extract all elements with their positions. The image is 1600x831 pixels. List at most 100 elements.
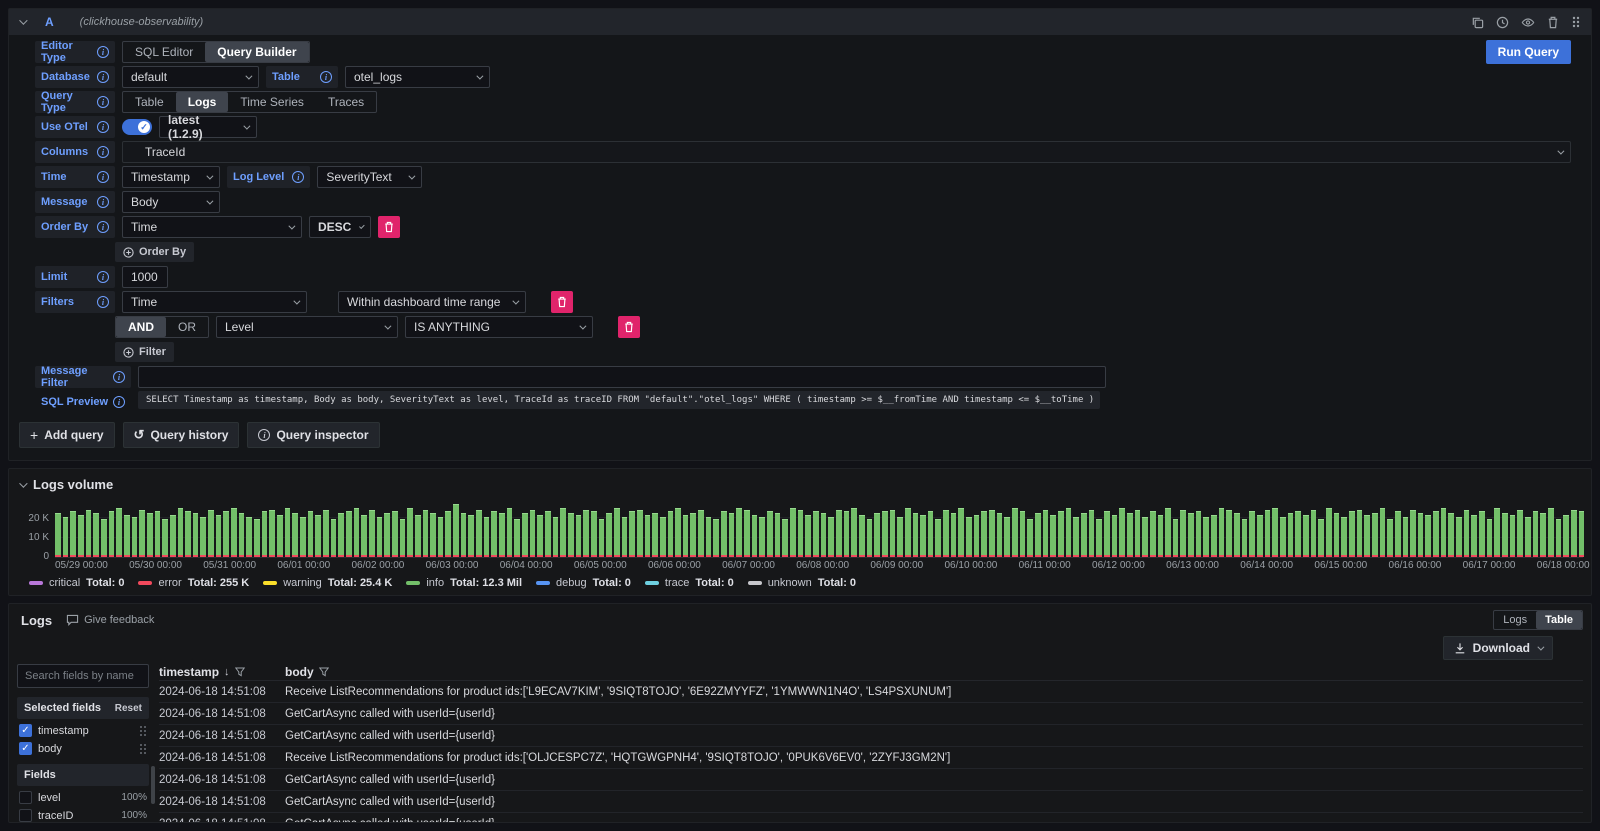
- table-row[interactable]: 2024-06-18 14:51:08Receive ListRecommend…: [159, 681, 1583, 703]
- info-icon[interactable]: i: [97, 71, 109, 83]
- volume-bar: [981, 511, 987, 557]
- download-button[interactable]: Download: [1443, 636, 1553, 660]
- table-row[interactable]: 2024-06-18 14:51:08GetCartAsync called w…: [159, 813, 1583, 822]
- remove-order-by-button[interactable]: [378, 216, 400, 238]
- duplicate-query-icon[interactable]: [1471, 16, 1484, 29]
- database-select[interactable]: default: [122, 66, 259, 88]
- query-history-button[interactable]: ↺ Query history: [123, 422, 240, 448]
- body-column-header[interactable]: body: [285, 665, 314, 679]
- add-order-by-button[interactable]: Order By: [115, 242, 194, 262]
- order-by-direction-select[interactable]: DESC: [309, 216, 371, 238]
- remove-query-trash-icon[interactable]: [1547, 16, 1559, 29]
- filter-operator-select[interactable]: Within dashboard time range: [338, 291, 526, 313]
- legend-item-unknown[interactable]: unknownTotal: 0: [748, 577, 856, 589]
- legend-item-debug[interactable]: debugTotal: 0: [536, 577, 631, 589]
- view-logs-option[interactable]: Logs: [1494, 611, 1536, 629]
- legend-swatch-icon: [748, 581, 762, 585]
- otel-version-select[interactable]: latest (1.2.9): [159, 116, 257, 138]
- sort-desc-icon[interactable]: ↓: [224, 666, 230, 678]
- log-level-column-select[interactable]: SeverityText: [317, 166, 422, 188]
- view-table-option[interactable]: Table: [1536, 611, 1582, 629]
- info-icon[interactable]: i: [97, 196, 109, 208]
- message-filter-input[interactable]: [138, 366, 1106, 388]
- drag-handle-icon[interactable]: [1571, 15, 1581, 29]
- info-icon[interactable]: i: [97, 271, 109, 283]
- query-inspector-button[interactable]: i Query inspector: [247, 422, 379, 448]
- table-select[interactable]: otel_logs: [345, 66, 490, 88]
- info-icon[interactable]: i: [97, 221, 109, 233]
- columns-multiselect[interactable]: TraceId: [122, 141, 1571, 163]
- legend-item-critical[interactable]: criticalTotal: 0: [29, 577, 124, 589]
- volume-bar: [1441, 508, 1447, 557]
- info-icon[interactable]: i: [113, 371, 125, 383]
- info-icon[interactable]: i: [97, 296, 109, 308]
- volume-bar: [935, 519, 941, 557]
- drag-grip-icon[interactable]: [139, 725, 147, 737]
- legend-item-info[interactable]: infoTotal: 12.3 Mil: [406, 577, 522, 589]
- query-type-logs[interactable]: Logs: [176, 92, 229, 112]
- volume-bar: [484, 517, 490, 557]
- reset-fields-button[interactable]: Reset: [115, 703, 142, 714]
- editor-type-sql-editor[interactable]: SQL Editor: [123, 42, 205, 62]
- table-row[interactable]: 2024-06-18 14:51:08GetCartAsync called w…: [159, 725, 1583, 747]
- legend-item-warning[interactable]: warningTotal: 25.4 K: [263, 577, 392, 589]
- table-row[interactable]: 2024-06-18 14:51:08GetCartAsync called w…: [159, 703, 1583, 725]
- query-type-traces[interactable]: Traces: [316, 92, 376, 112]
- filter-and-option[interactable]: AND: [116, 317, 166, 337]
- use-otel-toggle[interactable]: ✓: [122, 119, 152, 135]
- filter-field-select[interactable]: Time: [122, 291, 307, 313]
- filter-funnel-icon[interactable]: [319, 667, 329, 677]
- info-icon[interactable]: i: [97, 46, 109, 58]
- query-ref-id[interactable]: A: [45, 15, 54, 29]
- query-type-time-series[interactable]: Time Series: [228, 92, 316, 112]
- table-row[interactable]: 2024-06-18 14:51:08Receive ListRecommend…: [159, 747, 1583, 769]
- limit-input[interactable]: [122, 266, 168, 288]
- info-icon[interactable]: i: [97, 96, 109, 108]
- volume-bar: [713, 519, 719, 557]
- add-query-button[interactable]: + Add query: [19, 422, 115, 448]
- info-icon[interactable]: i: [292, 171, 304, 183]
- checkbox-unchecked[interactable]: [19, 809, 32, 822]
- volume-bar: [1303, 515, 1309, 557]
- checkbox-checked[interactable]: ✓: [19, 724, 32, 737]
- filter-funnel-icon[interactable]: [235, 667, 245, 677]
- legend-item-error[interactable]: errorTotal: 255 K: [138, 577, 249, 589]
- volume-bar: [338, 513, 344, 557]
- add-filter-button[interactable]: Filter: [115, 342, 174, 362]
- filter2-operator-select[interactable]: IS ANYTHING: [405, 316, 593, 338]
- chevron-down-icon: [288, 222, 295, 229]
- table-row[interactable]: 2024-06-18 14:51:08GetCartAsync called w…: [159, 769, 1583, 791]
- hide-response-eye-icon[interactable]: [1521, 16, 1535, 29]
- info-icon[interactable]: i: [113, 396, 125, 408]
- filter2-field-select[interactable]: Level: [216, 316, 398, 338]
- remove-filter-button[interactable]: [551, 291, 573, 313]
- logs-volume-title: Logs volume: [33, 477, 113, 492]
- sidebar-scrollbar[interactable]: [151, 766, 155, 804]
- order-by-field-select[interactable]: Time: [122, 216, 302, 238]
- legend-label: trace: [665, 577, 689, 589]
- query-history-icon[interactable]: [1496, 16, 1509, 29]
- info-icon[interactable]: i: [320, 71, 332, 83]
- checkbox-checked[interactable]: ✓: [19, 742, 32, 755]
- drag-grip-icon[interactable]: [139, 743, 147, 755]
- collapse-chevron-icon[interactable]: [19, 16, 27, 24]
- give-feedback-link[interactable]: Give feedback: [66, 614, 154, 626]
- info-icon[interactable]: i: [97, 121, 109, 133]
- remove-filter2-button[interactable]: [618, 316, 640, 338]
- filter-or-option[interactable]: OR: [166, 317, 208, 337]
- legend-item-trace[interactable]: traceTotal: 0: [645, 577, 734, 589]
- query-type-table[interactable]: Table: [123, 92, 176, 112]
- table-row[interactable]: 2024-06-18 14:51:08GetCartAsync called w…: [159, 791, 1583, 813]
- info-icon[interactable]: i: [97, 171, 109, 183]
- logs-volume-header[interactable]: Logs volume: [17, 475, 1583, 498]
- search-fields-input[interactable]: [17, 664, 149, 688]
- collapse-chevron-icon: [19, 479, 27, 487]
- run-query-button[interactable]: Run Query: [1486, 40, 1571, 64]
- time-column-select[interactable]: Timestamp: [122, 166, 220, 188]
- message-column-select[interactable]: Body: [122, 191, 220, 213]
- timestamp-column-header[interactable]: timestamp: [159, 665, 219, 679]
- editor-type-query-builder[interactable]: Query Builder: [205, 42, 308, 62]
- checkbox-unchecked[interactable]: [19, 791, 32, 804]
- info-icon[interactable]: i: [97, 146, 109, 158]
- chart-plot-area[interactable]: [55, 498, 1583, 558]
